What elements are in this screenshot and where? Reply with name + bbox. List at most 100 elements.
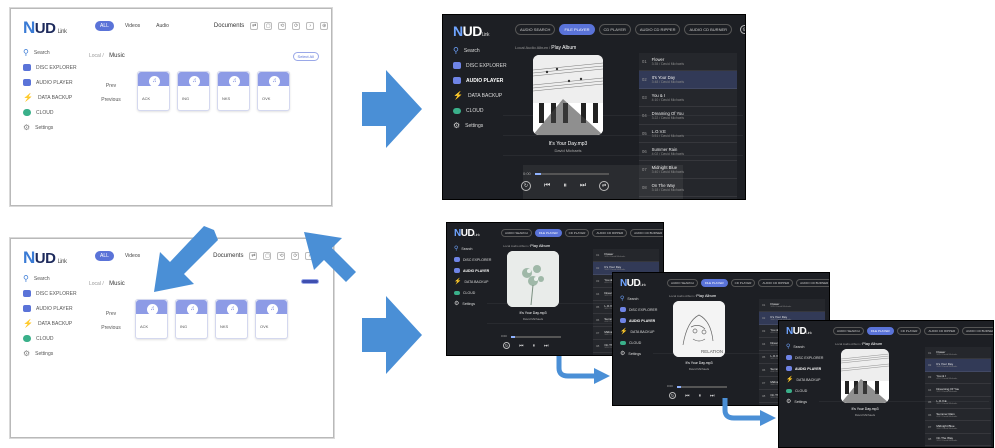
settings-icon[interactable]: ⚙ (740, 25, 745, 34)
sidebar-item-cloud[interactable]: CLOUD (620, 337, 657, 348)
playlist-item[interactable]: 02It's Your Day3:48 / David Michaels (639, 71, 737, 89)
sidebar-item-disc-explorer[interactable]: DISC EXPLORER (23, 60, 95, 75)
shuffle-icon[interactable]: ⇄ (599, 181, 610, 191)
tab-cd-burner[interactable]: AUDIO CD BURNER (684, 24, 733, 35)
tab-audio-search[interactable]: AUDIO SEARCH (667, 279, 698, 287)
tab-cd-burner[interactable]: AUDIO CD BURNER (796, 279, 829, 287)
toolbar-icon[interactable]: ⟲ (278, 22, 287, 30)
next-icon[interactable]: ⏭ (544, 343, 549, 349)
sidebar-item-data-backup[interactable]: ⚡ DATA BACKUP (786, 374, 823, 385)
pause-icon[interactable]: ⏸ (533, 343, 536, 349)
playlist-item[interactable]: 04Dreaming Of You3:22 / David Michaels (925, 384, 991, 397)
tab-cd-burner[interactable]: AUDIO CD BURNER (630, 229, 663, 237)
music-folder[interactable]: OVK (255, 299, 288, 339)
tab-cd-player[interactable]: CD PLAYER (564, 229, 590, 237)
playlist-item[interactable]: 06Summer Rain4:02 / David Michaels (639, 143, 737, 161)
playlist-item[interactable]: 01 Flower 3:35 / David Michaels (639, 53, 737, 71)
music-folder[interactable]: OVK (257, 71, 290, 111)
select-all-button[interactable]: Select All (292, 52, 319, 61)
sidebar-item-settings[interactable]: ⚙ Settings (620, 348, 657, 359)
playlist-item[interactable]: 01 Flower 3:35 / David Michaels (925, 347, 991, 360)
tab-file-player[interactable]: FILE PLAYER (534, 229, 562, 237)
prev-label[interactable]: Prev Previous (97, 83, 125, 103)
sidebar-item-audio-player[interactable]: AUDIO PLAYER (620, 315, 657, 326)
music-folder[interactable]: ING (177, 71, 210, 111)
tab-documents[interactable]: Documents (214, 23, 244, 29)
next-icon[interactable]: ⏭ (580, 182, 586, 190)
toolbar-icon[interactable]: ⟲ (277, 252, 286, 260)
tab-all[interactable]: ALL (95, 21, 114, 31)
sidebar-item-search[interactable]: ⚲ Search (453, 43, 507, 58)
previous-icon[interactable]: ⏮ (519, 343, 524, 349)
tab-audio-search[interactable]: AUDIO SEARCH (515, 24, 556, 35)
previous-icon[interactable]: ⏮ (544, 182, 550, 190)
tab-file-player[interactable]: FILE PLAYER (700, 279, 728, 287)
tab-cd-burner[interactable]: AUDIO CD BURNER (962, 327, 993, 335)
sidebar-item-search[interactable]: ⚲ Search (23, 45, 95, 60)
toolbar-icon[interactable]: ▢ (264, 22, 273, 30)
sidebar-item-search[interactable]: ⚲ Search (23, 271, 95, 286)
sidebar-item-settings[interactable]: ⚙ Settings (23, 346, 95, 361)
playlist-item[interactable]: 08On The Way3:18 / David Michaels (639, 179, 737, 197)
toolbar-icon[interactable]: › (306, 22, 315, 30)
sidebar-item-disc-explorer[interactable]: DISC EXPLORER (620, 304, 657, 315)
toolbar-icon[interactable]: ▢ (263, 252, 272, 260)
pause-icon[interactable]: ⏸ (699, 393, 702, 399)
sidebar-item-audio-player[interactable]: AUDIO PLAYER (454, 265, 491, 276)
playlist-item[interactable]: 07Midnight Blue3:40 / David Michaels (639, 161, 737, 179)
toolbar-icon[interactable]: ⊕ (320, 22, 329, 30)
playlist-item[interactable]: 06Summer Rain4:02 / David Michaels (925, 409, 991, 422)
toolbar-icon[interactable]: ⟳ (292, 22, 301, 30)
tab-cd-player[interactable]: CD PLAYER (598, 24, 631, 35)
sidebar-item-cloud[interactable]: CLOUD (23, 105, 95, 120)
playlist-item[interactable]: 05L.O.V.E3:51 / David Michaels (639, 125, 737, 143)
sidebar-item-settings[interactable]: ⚙ Settings (454, 298, 491, 309)
sidebar-item-disc-explorer[interactable]: DISC EXPLORER (786, 352, 823, 363)
tab-cd-ripper[interactable]: AUDIO CD RIPPER (924, 327, 960, 335)
tab-audio-search[interactable]: AUDIO SEARCH (833, 327, 864, 335)
sidebar-item-audio-player[interactable]: AUDIO PLAYER (23, 75, 95, 90)
sidebar-item-cloud[interactable]: CLOUD (453, 103, 507, 118)
sidebar-item-search[interactable]: ⚲ Search (620, 293, 657, 304)
pause-icon[interactable]: ⏸ (563, 182, 567, 190)
tab-cd-ripper[interactable]: AUDIO CD RIPPER (592, 229, 628, 237)
sidebar-item-audio-player[interactable]: AUDIO PLAYER (786, 363, 823, 374)
sidebar-item-data-backup[interactable]: ⚡ DATA BACKUP (620, 326, 657, 337)
tab-audio[interactable]: Audio (151, 21, 174, 31)
playlist-item[interactable]: 05L.O.V.E3:51 / David Michaels (925, 397, 991, 409)
tab-videos[interactable]: Videos (120, 251, 145, 261)
toolbar-icon[interactable]: ⇄ (249, 252, 258, 260)
sidebar-item-audio-player[interactable]: AUDIO PLAYER (23, 301, 95, 316)
tab-cd-ripper[interactable]: AUDIO CD RIPPER (758, 279, 794, 287)
progress-bar[interactable] (535, 173, 609, 175)
tab-file-player[interactable]: FILE PLAYER (559, 24, 595, 35)
sidebar-item-search[interactable]: ⚲ Search (786, 341, 823, 352)
playlist-item[interactable]: 01 Flower 3:35 / David Michaels (759, 299, 825, 312)
sidebar-item-cloud[interactable]: CLOUD (23, 331, 95, 346)
previous-icon[interactable]: ⏮ (685, 393, 690, 399)
music-folder[interactable]: NKS (215, 299, 248, 339)
playlist-item[interactable]: 07Midnight Blue3:40 / David Michaels (925, 421, 991, 434)
playlist-item[interactable]: 01 Flower 3:35 / David Michaels (593, 249, 659, 262)
sidebar-item-settings[interactable]: ⚙ Settings (453, 118, 507, 133)
sidebar-item-search[interactable]: ⚲ Search (454, 243, 491, 254)
prev-label[interactable]: Prev Previous (97, 311, 125, 331)
progress-bar[interactable] (511, 336, 561, 338)
toolbar-icon[interactable]: ⟳ (291, 252, 300, 260)
sidebar-item-disc-explorer[interactable]: DISC EXPLORER (454, 254, 491, 265)
tab-all[interactable]: ALL (95, 251, 114, 261)
tab-cd-player[interactable]: CD PLAYER (896, 327, 922, 335)
sidebar-item-cloud[interactable]: CLOUD (786, 385, 823, 396)
sidebar-item-data-backup[interactable]: ⚡ DATA BACKUP (453, 88, 507, 103)
progress-bar[interactable] (677, 386, 727, 388)
next-icon[interactable]: ⏭ (710, 393, 715, 399)
music-folder[interactable]: ACK (137, 71, 170, 111)
sidebar-item-settings[interactable]: ⚙ Settings (23, 120, 95, 135)
playlist-item[interactable]: 03You & I4:10 / David Michaels (639, 89, 737, 107)
sidebar-item-cloud[interactable]: CLOUD (454, 287, 491, 298)
tab-cd-ripper[interactable]: AUDIO CD RIPPER (634, 24, 681, 35)
tab-videos[interactable]: Videos (120, 21, 145, 31)
playlist-item[interactable]: 03You & I4:10 / David Michaels (925, 372, 991, 385)
tab-audio-search[interactable]: AUDIO SEARCH (501, 229, 532, 237)
repeat-icon[interactable]: ↻ (521, 181, 531, 191)
